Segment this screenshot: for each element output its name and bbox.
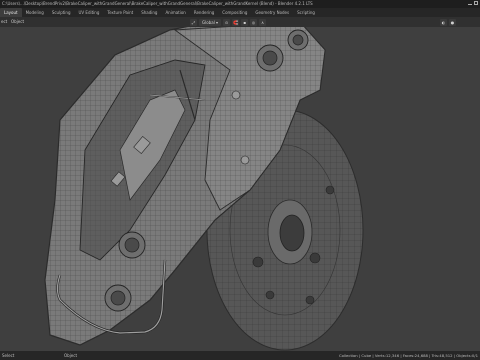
- minimize-icon[interactable]: [468, 3, 472, 5]
- snap-icon[interactable]: 🧲: [232, 18, 240, 26]
- workspace-tabs-bar: Layout Modeling Sculpting UV Editing Texture…: [0, 8, 480, 24]
- title-bar: C:\Users\...\Desktop\BrendPriv2\BrakeCal…: [0, 0, 480, 8]
- status-object: Object: [64, 353, 78, 358]
- tab-modeling[interactable]: Modeling: [22, 8, 48, 17]
- proportional-edit-icon[interactable]: ◎: [250, 18, 258, 26]
- tab-uv-editing[interactable]: UV Editing: [75, 8, 104, 17]
- window-controls: [468, 1, 478, 5]
- tab-rendering[interactable]: Rendering: [190, 8, 218, 17]
- snap-target-icon[interactable]: ▪: [241, 18, 249, 26]
- tab-layout[interactable]: Layout: [0, 8, 22, 17]
- orientation-icon[interactable]: ⤢: [190, 18, 197, 26]
- pivot-icon[interactable]: ⊙: [223, 18, 231, 26]
- tab-texture-paint[interactable]: Texture Paint: [103, 8, 137, 17]
- status-bar: Select Object Collection | Cube | Verts:…: [0, 351, 480, 360]
- tab-geometry-nodes[interactable]: Geometry Nodes: [251, 8, 293, 17]
- transform-orientation-dropdown[interactable]: Global ▾: [199, 18, 222, 26]
- status-select: Select: [2, 353, 15, 358]
- falloff-icon[interactable]: ∧: [259, 18, 267, 26]
- transform-orientation-label: Global: [202, 19, 215, 25]
- maximize-icon[interactable]: [474, 1, 478, 5]
- mode-selector[interactable]: ect: [1, 19, 7, 24]
- tab-animation[interactable]: Animation: [161, 8, 189, 17]
- transform-tools: ⤢ Global ▾ ⊙ 🧲 ▪ ◎ ∧: [190, 18, 267, 26]
- scene-statistics: Collection | Cube | Verts:12,346 | Faces…: [338, 353, 478, 358]
- overlay-icon[interactable]: ◐: [440, 18, 447, 26]
- workspace-tabs: Layout Modeling Sculpting UV Editing Texture…: [0, 8, 319, 17]
- tab-sculpting[interactable]: Sculpting: [48, 8, 75, 17]
- object-menu[interactable]: Object: [11, 19, 24, 24]
- tab-shading[interactable]: Shading: [137, 8, 161, 17]
- view-tools: ◐ ●: [440, 18, 456, 26]
- tab-scripting[interactable]: Scripting: [293, 8, 319, 17]
- shading-icon[interactable]: ●: [449, 18, 456, 26]
- viewport-header: ect Object ⤢ Global ▾ ⊙ 🧲 ▪ ◎ ∧ ◐ ●: [0, 17, 480, 27]
- window-title: C:\Users\...\Desktop\BrendPriv2\BrakeCal…: [2, 1, 313, 6]
- 3d-viewport[interactable]: [0, 27, 480, 351]
- caliper-wireframe: [44, 27, 364, 351]
- tab-compositing[interactable]: Compositing: [218, 8, 251, 17]
